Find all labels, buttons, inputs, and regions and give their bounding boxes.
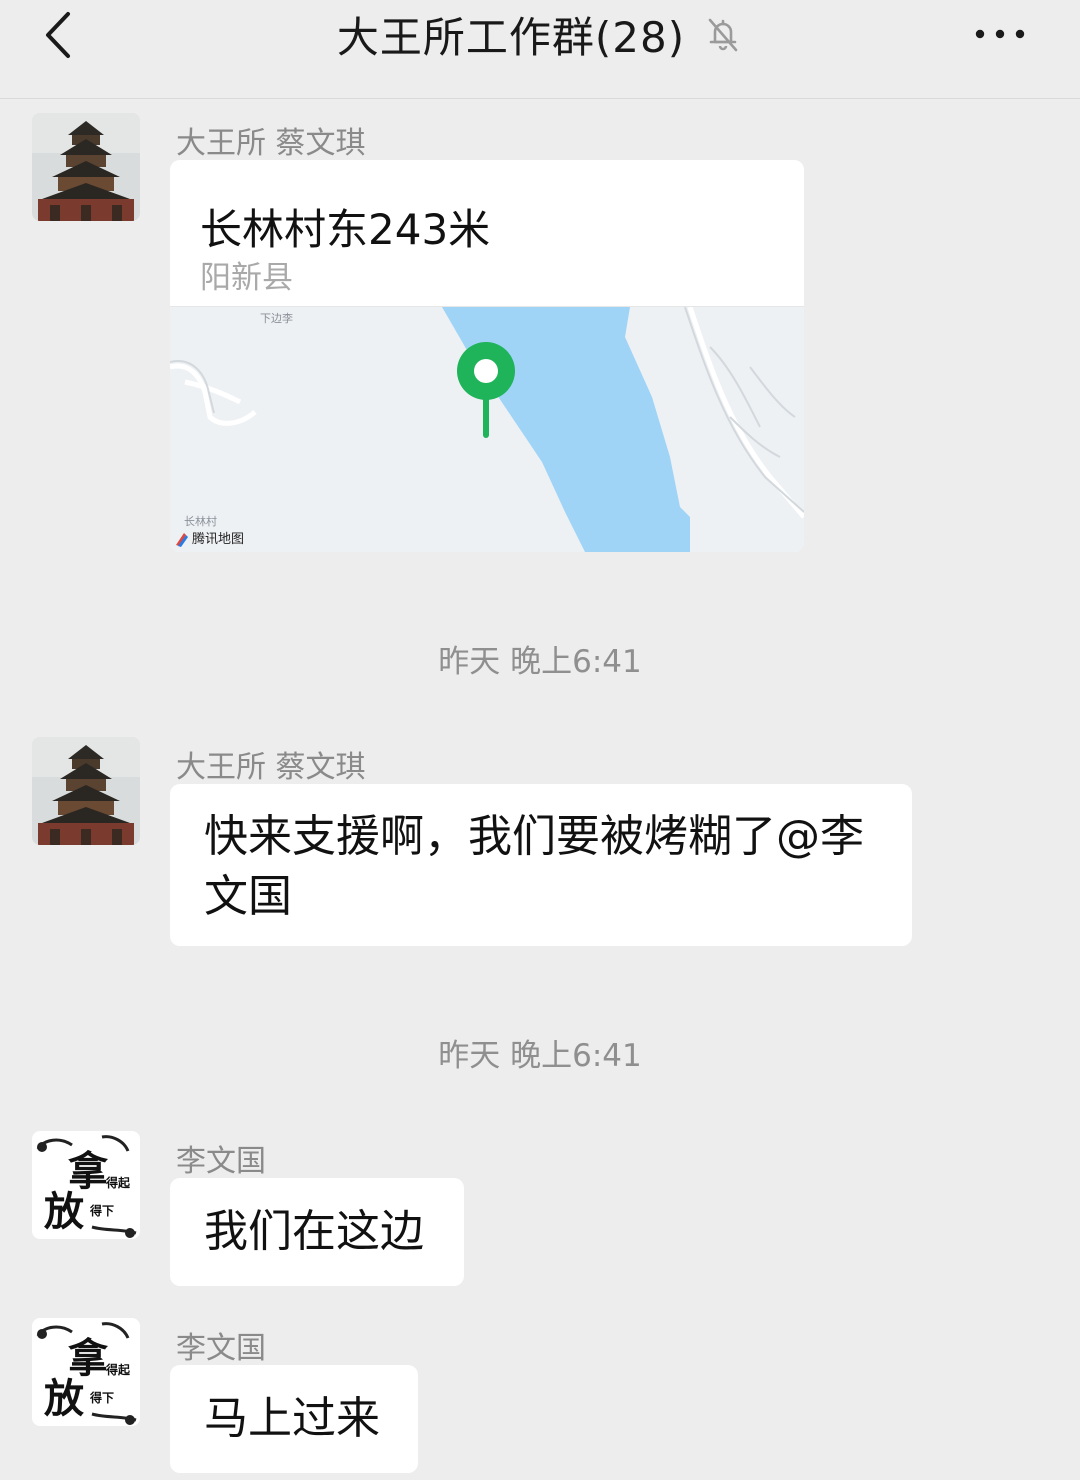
message-bubble[interactable]: 马上过来 [170,1365,418,1473]
sender-name: 大王所 蔡文琪 [176,750,366,785]
chat-title: 大王所工作群(28) [336,12,686,62]
message-line: 快来支援啊，我们要被烤糊了@李 [204,811,864,862]
sender-avatar[interactable]: 拿 得起 放 得下 [32,1318,140,1426]
svg-text:得下: 得下 [89,1390,114,1405]
timestamp: 昨天 晚上6:41 [438,1038,642,1074]
map-label-bottom: 长林村 [184,514,217,528]
mute-bell-icon [708,18,738,52]
sender-avatar[interactable]: 拿 得起 放 得下 [32,1131,140,1239]
timestamp: 昨天 晚上6:41 [438,644,642,680]
svg-text:得起: 得起 [105,1362,131,1377]
sender-name: 李文国 [176,1331,266,1366]
message-line: 我们在这边 [204,1206,424,1257]
location-name: 长林村东243米 [200,205,491,254]
svg-text:得起: 得起 [105,1175,131,1190]
svg-text:得下: 得下 [89,1203,114,1218]
location-district: 阳新县 [200,260,293,296]
more-dots-icon [975,29,1025,39]
sender-avatar[interactable] [32,737,140,845]
tower-photo-avatar-icon [32,737,140,845]
calligraphy-avatar-icon: 拿 得起 放 得下 [32,1131,140,1239]
location-map: 下边李 长林村 腾讯地图 [170,306,804,552]
message-line: 文国 [204,871,292,922]
location-card[interactable]: 长林村东243米 阳新县 下边李 长林村 腾讯地图 [170,160,804,552]
svg-text:放: 放 [44,1188,84,1235]
map-label-top: 下边李 [260,311,293,325]
map-attribution: 腾讯地图 [192,531,244,547]
message-line: 马上过来 [204,1393,380,1444]
sender-name: 李文国 [176,1144,266,1179]
message-bubble[interactable]: 我们在这边 [170,1178,464,1286]
chat-header: 大王所工作群(28) [0,0,1080,99]
svg-text:放: 放 [44,1375,84,1422]
sender-name: 大王所 蔡文琪 [176,126,366,161]
message-bubble[interactable]: 快来支援啊，我们要被烤糊了@李 文国 [170,784,912,946]
sender-avatar[interactable] [32,113,140,221]
more-button[interactable] [972,14,1028,54]
calligraphy-avatar-icon: 拿 得起 放 得下 [32,1318,140,1426]
tower-photo-avatar-icon [32,113,140,221]
